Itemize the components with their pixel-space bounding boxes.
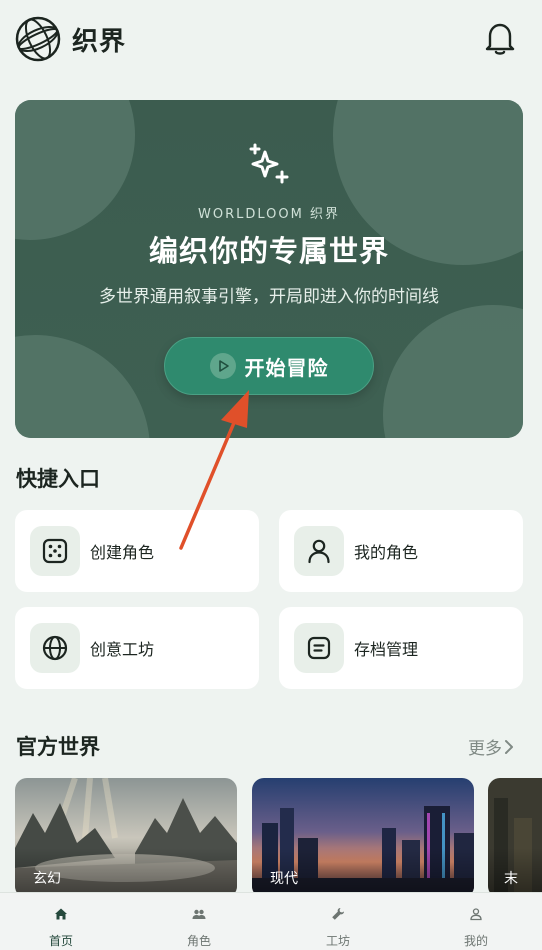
sparkle-icon [249,143,289,184]
start-adventure-label: 开始冒险 [244,355,329,380]
user-icon [294,526,344,576]
tile-label: 创建角色 [90,543,155,562]
tab-label: 我的 [463,934,488,948]
tile-label: 我的角色 [354,543,419,562]
bell-icon[interactable] [484,20,516,56]
dice-icon [30,526,80,576]
tab-label: 首页 [48,934,73,948]
bottom-tab-bar: 首页 角色 工坊 我的 [0,892,542,950]
tile-label: 创意工坊 [90,640,155,659]
official-worlds-title: 官方世界 [16,735,100,759]
tab-workshop[interactable]: 工坊 [298,893,378,950]
world-card-modern[interactable]: 现代 [252,778,474,898]
more-label: 更多 [468,739,502,759]
tab-label: 角色 [186,934,211,948]
tab-label: 工坊 [325,934,350,948]
tab-home[interactable]: 首页 [21,893,101,950]
decor-circle [383,305,523,438]
world-card-apocalypse[interactable]: 末 [488,778,542,898]
person-icon [470,908,482,921]
creative-workshop-tile[interactable]: 创意工坊 [15,607,259,689]
hero-title: 编织你的专属世界 [148,234,389,268]
tile-label: 存档管理 [354,640,419,659]
card-label: 现代 [252,848,474,898]
tab-profile[interactable]: 我的 [436,893,516,950]
archive-icon [294,623,344,673]
start-adventure-button[interactable]: 开始冒险 [164,337,374,395]
chevron-right-icon [505,739,513,754]
create-character-tile[interactable]: 创建角色 [15,510,259,592]
hero-brand: WORLDLOOM 织界 [198,207,340,222]
my-characters-tile[interactable]: 我的角色 [279,510,523,592]
app-header: 织界 [0,0,542,78]
save-management-tile[interactable]: 存档管理 [279,607,523,689]
wrench-icon [332,908,344,920]
users-icon [192,909,206,919]
more-link[interactable]: 更多 [468,734,516,759]
hero-subtitle: 多世界通用叙事引擎，开局即进入你的时间线 [99,287,439,307]
globe-icon [30,623,80,673]
play-icon [209,353,236,379]
card-label: 玄幻 [15,848,237,898]
globe-logo-icon[interactable] [14,15,62,63]
quick-entry-title: 快捷入口 [16,467,100,491]
card-label: 末 [488,848,542,898]
home-icon [55,908,67,920]
hero-banner: WORLDLOOM 织界 编织你的专属世界 多世界通用叙事引擎，开局即进入你的时… [15,100,523,438]
decor-circle [15,335,150,438]
world-card-fantasy[interactable]: 玄幻 [15,778,237,898]
tab-characters[interactable]: 角色 [159,893,239,950]
app-title: 织界 [72,26,127,57]
